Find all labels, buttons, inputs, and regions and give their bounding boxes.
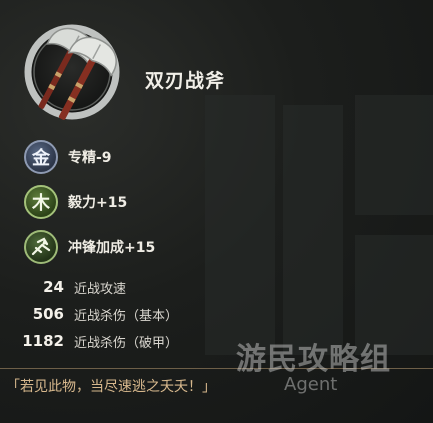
stat-value: 506 <box>32 305 64 323</box>
stat-row-mastery: 金 专精-9 <box>24 140 112 174</box>
stat-text: 冲锋加成+15 <box>68 240 156 256</box>
charge-bonus-icon <box>24 230 58 264</box>
watermark-main: 游民攻略组 <box>236 342 391 377</box>
stat-label: 近战攻速 <box>74 281 127 297</box>
double-battle-axe-icon <box>24 24 120 120</box>
metal-element-icon: 金 <box>24 140 58 174</box>
stat-text: 专精-9 <box>68 150 112 166</box>
flavor-text: 「若见此物，当尽速逃之夭夭！」 <box>6 379 216 395</box>
stat-value: 24 <box>43 278 64 296</box>
watermark: 游民攻略组 Agent <box>236 334 432 404</box>
stat-melee-speed: 24 近战攻速 <box>0 276 126 298</box>
background-panels <box>205 95 433 375</box>
stat-row-charge: 冲锋加成+15 <box>24 230 155 264</box>
stat-label: 近战杀伤（破甲） <box>74 335 179 351</box>
stat-label: 近战杀伤（基本） <box>74 308 179 324</box>
stat-value: 1182 <box>22 332 64 350</box>
stat-text: 毅力+15 <box>68 195 128 211</box>
stat-row-tenacity: 木 毅力+15 <box>24 185 127 219</box>
stat-melee-damage-armor: 1182 近战杀伤（破甲） <box>0 330 178 352</box>
watermark-sub: Agent <box>284 374 338 395</box>
wood-element-icon: 木 <box>24 185 58 219</box>
item-name: 双刃战斧 <box>145 70 226 92</box>
stat-melee-damage-base: 506 近战杀伤（基本） <box>0 303 178 325</box>
